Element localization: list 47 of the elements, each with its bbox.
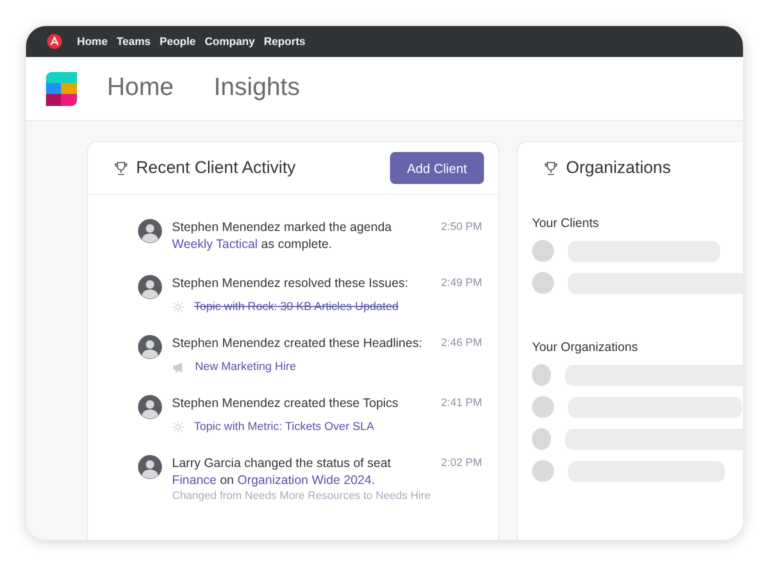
activity-link[interactable]: Weekly Tactical bbox=[172, 237, 258, 251]
activity-link[interactable]: Finance bbox=[172, 473, 216, 487]
activity-link[interactable]: Organization Wide 2024 bbox=[237, 473, 372, 487]
activity-time: 2:02 PM bbox=[441, 456, 482, 471]
skeleton-avatar bbox=[532, 364, 552, 386]
activity-time: 2:41 PM bbox=[441, 396, 482, 411]
activity-text: Stephen Menendez resolved these Issues: bbox=[172, 275, 410, 292]
avatar-icon bbox=[138, 335, 162, 359]
activity-time: 2:46 PM bbox=[441, 336, 482, 351]
add-client-button[interactable]: Add Client bbox=[390, 152, 484, 184]
activity-time: 2:50 PM bbox=[441, 220, 482, 235]
avatar-icon bbox=[138, 395, 162, 419]
status-note: Changed from Needs More Resources to Needs Hire bbox=[172, 490, 432, 502]
card-title: Recent Client Activity bbox=[136, 158, 297, 178]
activity-time: 2:49 PM bbox=[441, 276, 482, 291]
nav-link[interactable]: Reports bbox=[264, 36, 306, 48]
header-tab[interactable]: Home bbox=[107, 73, 174, 104]
skeleton-avatar bbox=[532, 272, 554, 294]
trophy-icon bbox=[544, 160, 558, 176]
avatar-icon bbox=[138, 275, 162, 299]
attachment-link[interactable]: Topic with Metric: Tickets Over SLA bbox=[194, 421, 374, 433]
brand-logo-icon bbox=[46, 72, 77, 106]
nav-link[interactable]: Home bbox=[77, 36, 108, 48]
nav-link[interactable]: Teams bbox=[116, 36, 151, 48]
skeleton-avatar bbox=[532, 396, 554, 418]
activity-text: Stephen Menendez marked the agenda Weekly Tactical as complete. bbox=[172, 219, 393, 253]
section-title: Your Organizations bbox=[532, 340, 639, 354]
header-tab[interactable]: Insights bbox=[214, 73, 300, 104]
activity-text: Stephen Menendez created these Headlines: bbox=[172, 335, 424, 352]
skeleton-avatar bbox=[532, 428, 552, 450]
avatar-icon bbox=[138, 219, 162, 243]
app-logo-icon bbox=[47, 34, 62, 49]
megaphone-icon bbox=[172, 362, 185, 372]
section-title: Your Clients bbox=[532, 216, 600, 230]
avatar-icon bbox=[138, 455, 162, 479]
trophy-icon bbox=[114, 160, 128, 176]
sun-icon bbox=[172, 421, 184, 433]
sun-icon bbox=[172, 301, 184, 313]
nav-link[interactable]: Company bbox=[204, 36, 255, 48]
card-title: Organizations bbox=[566, 158, 672, 178]
activity-text: Stephen Menendez created these Topics bbox=[172, 395, 400, 412]
nav-link[interactable]: People bbox=[160, 36, 196, 48]
attachment-link[interactable]: Topic with Rock: 30 KB Articles Updated bbox=[194, 301, 399, 313]
skeleton-avatar bbox=[532, 240, 554, 262]
skeleton-avatar bbox=[532, 460, 554, 482]
attachment-link[interactable]: New Marketing Hire bbox=[195, 361, 296, 373]
activity-text: Larry Garcia changed the status of seat Finance on Organization Wide 2024. bbox=[172, 455, 392, 489]
